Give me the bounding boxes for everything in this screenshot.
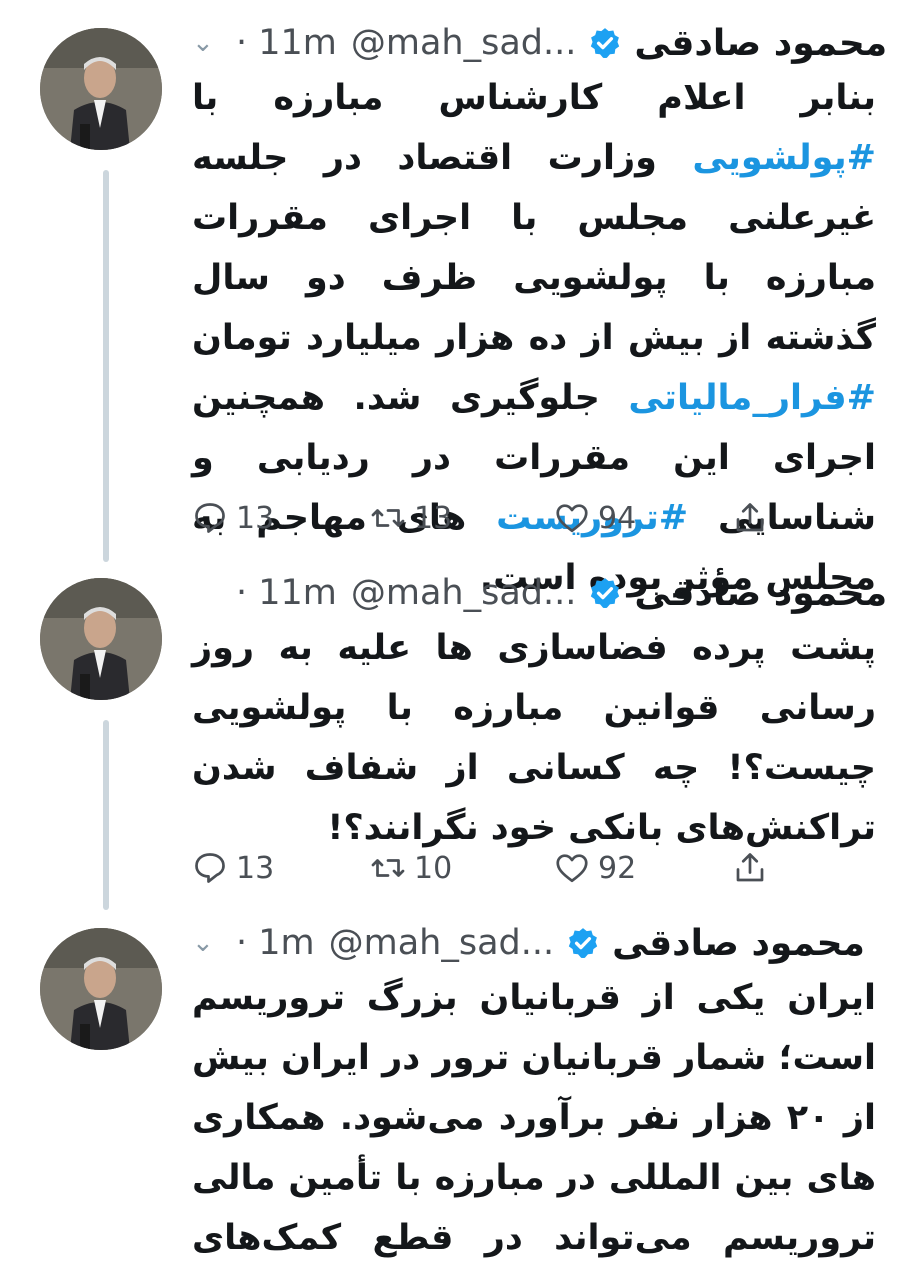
author-name[interactable]: محمود صادقی	[634, 573, 887, 614]
tweet-timestamp[interactable]: · 11m	[236, 573, 337, 613]
retweet-button[interactable]: 13	[370, 493, 452, 543]
like-button[interactable]: 94	[554, 493, 636, 543]
retweet-icon	[371, 859, 405, 877]
share-button[interactable]	[732, 843, 776, 893]
tweet-timestamp[interactable]: · 11m	[236, 23, 337, 63]
avatar[interactable]	[40, 28, 162, 150]
author-handle[interactable]: @mah_sad...	[351, 573, 577, 613]
avatar-photo	[40, 578, 162, 700]
verified-badge-icon	[568, 928, 598, 959]
retweet-count: 10	[414, 850, 453, 886]
reply-icon	[195, 853, 225, 883]
hashtag-link[interactable]: #فرار_مالیاتی	[628, 378, 876, 418]
author-name[interactable]: محمود صادقی	[634, 23, 887, 64]
reply-count: 13	[236, 500, 275, 536]
tweet-2[interactable]: · 11m @mah_sad... محمود صادقی پشت پرده ف…	[0, 560, 914, 910]
heart-icon	[556, 504, 588, 533]
tweet-3[interactable]: ⌄ · 1m @mah_sad... محمود صادقی ایران یکی…	[0, 910, 914, 1280]
share-button[interactable]	[732, 493, 776, 543]
like-count: 92	[598, 850, 637, 886]
retweet-button[interactable]: 10	[370, 843, 452, 893]
avatar-photo	[40, 28, 162, 150]
author-handle[interactable]: @mah_sad...	[351, 23, 577, 63]
avatar-photo	[40, 928, 162, 1050]
avatar[interactable]	[40, 928, 162, 1050]
share-icon	[736, 853, 764, 882]
verified-badge-icon	[591, 28, 620, 59]
reply-icon	[195, 503, 225, 533]
chevron-down-icon[interactable]: ⌄	[192, 28, 236, 58]
tweet-actions: 13 13 94	[192, 493, 792, 543]
reply-button[interactable]: 13	[192, 493, 274, 543]
heart-icon	[556, 854, 588, 883]
reply-button[interactable]: 13	[192, 843, 274, 893]
tweet-1[interactable]: ⌄ · 11m @mah_sad... محمود صادقی بنابر اع…	[0, 0, 914, 598]
like-button[interactable]: 92	[554, 843, 636, 893]
tweet-text: پشت پرده فضاسازی ها علیه به روز رسانی قو…	[192, 628, 876, 848]
tweet-text: ایران یکی از قربانیان بزرگ تروریسم است؛ …	[192, 978, 876, 1280]
avatar[interactable]	[40, 578, 162, 700]
retweet-count: 13	[414, 500, 453, 536]
author-name[interactable]: محمود صادقی	[612, 923, 880, 964]
share-icon	[736, 503, 764, 532]
tweet-timestamp[interactable]: · 1m	[236, 923, 315, 963]
tweet-text-segment: بنابر اعلام کارشناس مبارزه با	[192, 78, 876, 118]
chevron-down-icon[interactable]: ⌄	[192, 928, 236, 958]
verified-badge-icon	[591, 578, 620, 609]
tweet-actions: 13 10 92	[192, 843, 792, 893]
retweet-icon	[371, 509, 405, 527]
like-count: 94	[598, 500, 637, 536]
reply-count: 13	[236, 850, 275, 886]
hashtag-link[interactable]: #پولشویی	[692, 138, 876, 178]
author-handle[interactable]: @mah_sad...	[329, 923, 555, 963]
